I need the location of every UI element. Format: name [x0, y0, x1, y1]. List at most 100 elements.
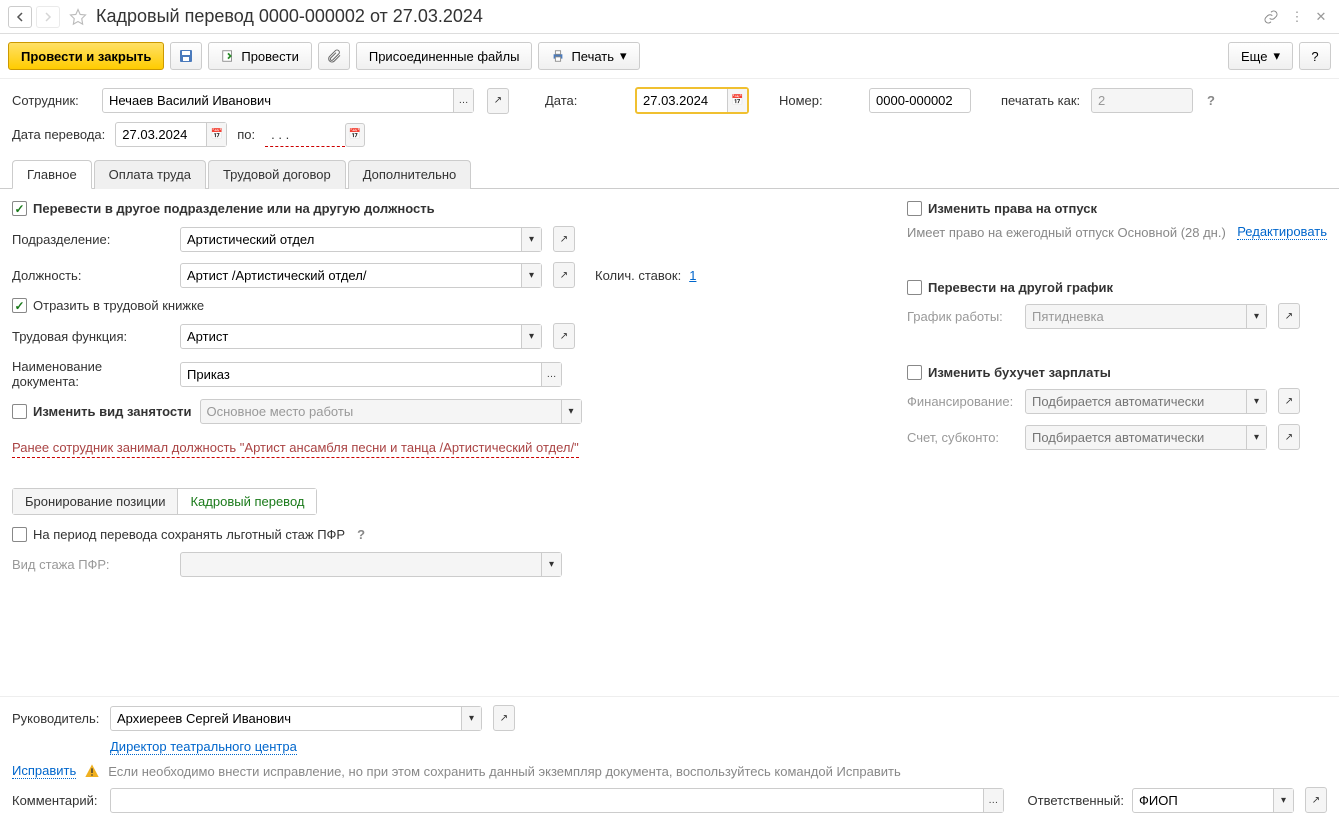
dropdown-icon[interactable]: ▾ — [461, 707, 481, 730]
conduct-button[interactable]: Провести — [208, 42, 312, 70]
toolbar: Провести и закрыть Провести Присоединенн… — [0, 34, 1339, 79]
comment-input[interactable]: … — [110, 788, 1004, 813]
docname-input[interactable]: … — [180, 362, 562, 387]
schedule-checkbox[interactable]: Перевести на другой график — [907, 280, 1113, 295]
function-input[interactable]: ▾ — [180, 324, 542, 349]
open-ref-icon[interactable]: ↗ — [553, 262, 575, 288]
manager-input[interactable]: ▾ — [110, 706, 482, 731]
transfer-date-input[interactable]: 📅 — [115, 122, 227, 147]
open-ref-icon[interactable]: ↗ — [1278, 388, 1300, 414]
fix-text: Если необходимо внести исправление, но п… — [108, 764, 900, 779]
pfr-type-input[interactable]: ▾ — [180, 552, 562, 577]
help-q-icon[interactable]: ? — [357, 527, 365, 542]
close-icon[interactable]: ✕ — [1311, 9, 1331, 25]
header-row2: Дата перевода: 📅 по: . . .📅 — [0, 122, 1339, 155]
workbook-checkbox[interactable]: Отразить в трудовой книжке — [12, 298, 204, 313]
number-input[interactable] — [869, 88, 971, 113]
attached-files-button[interactable]: Присоединенные файлы — [356, 42, 533, 70]
transfer-checkbox[interactable]: Перевести в другое подразделение или на … — [12, 201, 435, 216]
warning-icon — [84, 763, 100, 779]
tab-additional[interactable]: Дополнительно — [348, 160, 472, 189]
previous-position-note: Ранее сотрудник занимал должность "Артис… — [12, 440, 579, 458]
tabs: Главное Оплата труда Трудовой договор До… — [0, 159, 1339, 189]
dropdown-icon[interactable]: ▾ — [1246, 426, 1266, 449]
date-input[interactable]: 📅 — [635, 87, 749, 114]
print-button[interactable]: Печать▾ — [538, 42, 639, 70]
dropdown-icon[interactable]: ▾ — [521, 228, 541, 251]
docname-label: Наименование документа: — [12, 359, 172, 389]
employee-input[interactable]: … — [102, 88, 474, 113]
financing-label: Финансирование: — [907, 394, 1017, 409]
dept-input[interactable]: ▾ — [180, 227, 542, 252]
rates-label: Колич. ставок: — [595, 268, 681, 283]
schedule-label: График работы: — [907, 309, 1017, 324]
function-label: Трудовая функция: — [12, 329, 172, 344]
tab-contract[interactable]: Трудовой договор — [208, 160, 346, 189]
print-as-input[interactable] — [1091, 88, 1193, 113]
save-button[interactable] — [170, 42, 202, 70]
edit-vacation-link[interactable]: Редактировать — [1237, 224, 1327, 240]
to-label: по: — [237, 127, 255, 142]
financing-input[interactable]: ▾ — [1025, 389, 1267, 414]
pfr-checkbox[interactable]: На период перевода сохранять льготный ст… — [12, 527, 345, 542]
header-row: Сотрудник: … ↗ Дата: 📅 Номер: печатать к… — [0, 79, 1339, 122]
open-ref-icon[interactable]: ↗ — [493, 705, 515, 731]
dropdown-icon[interactable]: ▾ — [521, 325, 541, 348]
more-button[interactable]: Еще ▾ — [1228, 42, 1293, 70]
subtab-transfer[interactable]: Кадровый перевод — [178, 489, 316, 514]
open-ref-icon[interactable]: ↗ — [1278, 424, 1300, 450]
attach-button[interactable] — [318, 42, 350, 70]
ellipsis-icon[interactable]: … — [541, 363, 561, 386]
help-q-icon[interactable]: ? — [1207, 93, 1215, 108]
position-input[interactable]: ▾ — [180, 263, 542, 288]
ellipsis-icon[interactable]: … — [983, 789, 1003, 812]
nav-forward-button[interactable] — [36, 6, 60, 28]
manager-position-link[interactable]: Директор театрального центра — [110, 739, 297, 755]
nav-back-button[interactable] — [8, 6, 32, 28]
open-ref-icon[interactable]: ↗ — [553, 226, 575, 252]
subtabs: Бронирование позиции Кадровый перевод — [12, 488, 317, 515]
tab-content: Перевести в другое подразделение или на … — [0, 189, 1339, 599]
employment-type-input[interactable]: ▾ — [200, 399, 582, 424]
fix-link[interactable]: Исправить — [12, 763, 76, 779]
rates-link[interactable]: 1 — [689, 268, 696, 283]
dropdown-icon[interactable]: ▾ — [1246, 305, 1266, 328]
conduct-close-button[interactable]: Провести и закрыть — [8, 42, 164, 70]
employment-type-checkbox[interactable]: Изменить вид занятости — [12, 404, 192, 419]
dropdown-icon[interactable]: ▾ — [541, 553, 561, 576]
ellipsis-icon[interactable]: … — [453, 89, 473, 112]
open-ref-icon[interactable]: ↗ — [487, 88, 509, 114]
vacation-text: Имеет право на ежегодный отпуск Основной… — [907, 225, 1229, 240]
to-date-input[interactable]: . . .📅 — [265, 123, 365, 147]
open-ref-icon[interactable]: ↗ — [1278, 303, 1300, 329]
favorite-star-icon[interactable] — [68, 7, 88, 27]
calendar-icon[interactable]: 📅 — [206, 123, 226, 146]
manager-label: Руководитель: — [12, 711, 102, 726]
subtab-booking[interactable]: Бронирование позиции — [13, 489, 178, 514]
number-label: Номер: — [779, 93, 859, 108]
account-input[interactable]: ▾ — [1025, 425, 1267, 450]
schedule-input[interactable]: ▾ — [1025, 304, 1267, 329]
tab-main[interactable]: Главное — [12, 160, 92, 189]
help-button[interactable]: ? — [1299, 42, 1331, 70]
dept-label: Подразделение: — [12, 232, 172, 247]
calendar-icon[interactable]: 📅 — [345, 123, 365, 147]
dropdown-icon[interactable]: ▾ — [521, 264, 541, 287]
dropdown-icon[interactable]: ▾ — [1273, 789, 1293, 812]
menu-dots-icon[interactable]: ⋮ — [1287, 9, 1307, 25]
footer: Руководитель: ▾ ↗ Директор театрального … — [0, 696, 1339, 833]
pfr-type-label: Вид стажа ПФР: — [12, 557, 172, 572]
calendar-icon[interactable]: 📅 — [727, 89, 747, 112]
responsible-input[interactable]: ▾ — [1132, 788, 1294, 813]
vacation-checkbox[interactable]: Изменить права на отпуск — [907, 201, 1097, 216]
open-ref-icon[interactable]: ↗ — [1305, 787, 1327, 813]
open-ref-icon[interactable]: ↗ — [553, 323, 575, 349]
print-as-label: печатать как: — [1001, 93, 1081, 108]
link-icon[interactable] — [1263, 9, 1283, 25]
account-label: Счет, субконто: — [907, 430, 1017, 445]
accounting-checkbox[interactable]: Изменить бухучет зарплаты — [907, 365, 1111, 380]
dropdown-icon[interactable]: ▾ — [561, 400, 581, 423]
dropdown-icon[interactable]: ▾ — [1246, 390, 1266, 413]
transfer-date-label: Дата перевода: — [12, 127, 105, 142]
tab-salary[interactable]: Оплата труда — [94, 160, 206, 189]
